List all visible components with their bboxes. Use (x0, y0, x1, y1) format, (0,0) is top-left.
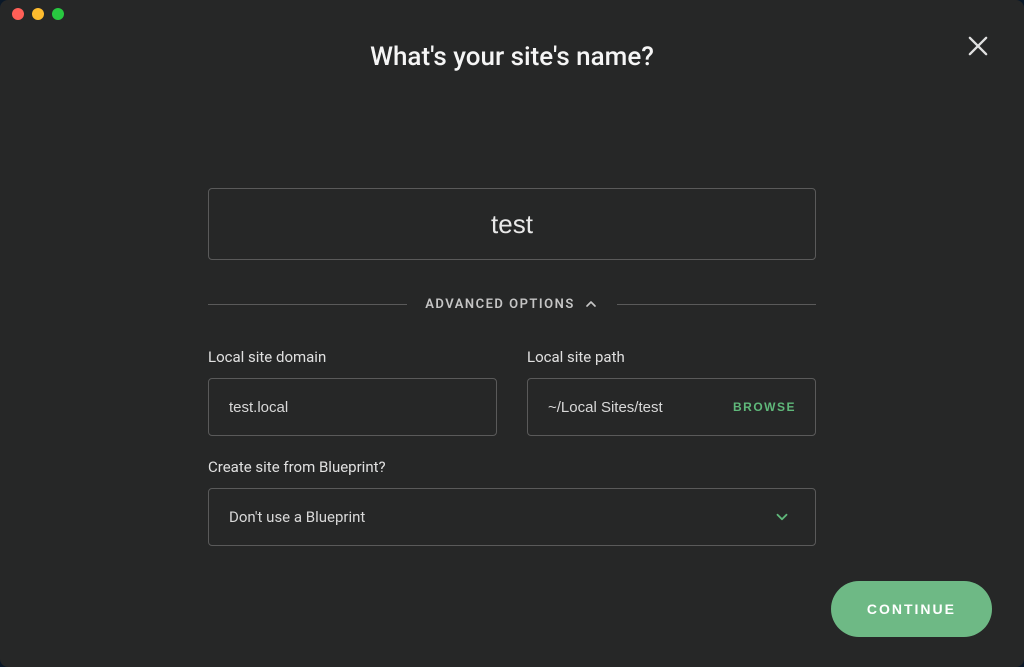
divider-line-right (617, 304, 816, 305)
path-label: Local site path (527, 348, 816, 366)
chevron-down-icon (773, 508, 791, 526)
close-icon[interactable] (964, 32, 992, 60)
domain-input[interactable] (208, 378, 497, 436)
window-close-button[interactable] (12, 8, 24, 20)
domain-label: Local site domain (208, 348, 497, 366)
blueprint-selected-value: Don't use a Blueprint (229, 508, 365, 526)
divider-line-left (208, 304, 407, 305)
browse-button[interactable]: BROWSE (733, 400, 796, 414)
blueprint-label: Create site from Blueprint? (208, 458, 816, 476)
blueprint-select[interactable]: Don't use a Blueprint (208, 488, 816, 546)
chevron-up-icon (583, 296, 599, 312)
advanced-options-toggle[interactable]: ADVANCED OPTIONS (407, 296, 617, 312)
window-minimize-button[interactable] (32, 8, 44, 20)
page-title: What's your site's name? (0, 42, 1024, 72)
advanced-options-divider: ADVANCED OPTIONS (208, 296, 816, 312)
titlebar (0, 0, 1024, 28)
window-maximize-button[interactable] (52, 8, 64, 20)
site-name-input[interactable] (208, 188, 816, 260)
advanced-options-label: ADVANCED OPTIONS (425, 297, 575, 312)
continue-button[interactable]: CONTINUE (831, 581, 992, 637)
